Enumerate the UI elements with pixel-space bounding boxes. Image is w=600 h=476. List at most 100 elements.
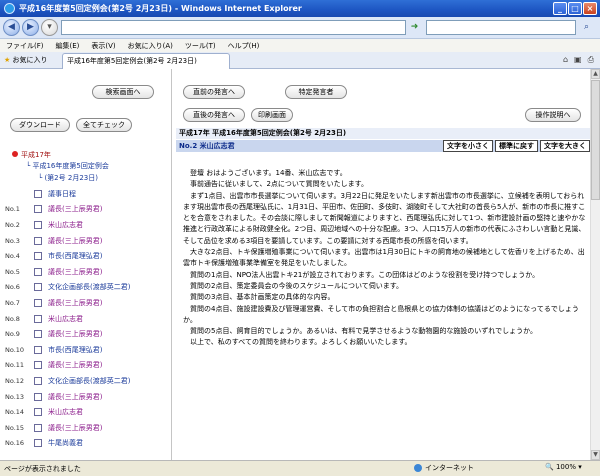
item-checkbox[interactable]	[34, 439, 42, 448]
item-number: No.2	[5, 220, 20, 229]
recent-pages-icon[interactable]: ▾	[41, 19, 58, 36]
download-button[interactable]: ダウンロード	[10, 118, 70, 132]
scroll-up-icon[interactable]: ▲	[591, 69, 600, 79]
scroll-thumb[interactable]	[591, 80, 600, 200]
item-checkbox[interactable]	[34, 205, 42, 214]
item-checkbox[interactable]	[34, 345, 42, 354]
go-icon[interactable]: ➜	[408, 21, 421, 34]
maximize-button[interactable]: □	[568, 2, 582, 15]
search-icon[interactable]: ⌕	[578, 20, 595, 35]
item-link[interactable]: 議長(三上辰男君)	[48, 298, 102, 308]
search-screen-button[interactable]: 検索画面へ	[92, 85, 154, 99]
item-link[interactable]: 議長(三上辰男君)	[48, 423, 102, 433]
list-item: No.2 米山広志君	[0, 217, 171, 233]
list-item: No.5 議長(三上辰男君)	[0, 264, 171, 280]
menu-tools[interactable]: ツール(T)	[185, 41, 216, 51]
item-number: No.10	[5, 345, 25, 354]
item-checkbox[interactable]	[34, 314, 42, 323]
text-larger-button[interactable]: 文字を大きく	[540, 140, 590, 152]
item-checkbox[interactable]	[34, 267, 42, 276]
item-link[interactable]: 議長(三上辰男君)	[48, 392, 102, 402]
item-checkbox[interactable]	[34, 376, 42, 385]
list-item: No.4 市長(西尾理弘君)	[0, 248, 171, 264]
item-number: No.14	[5, 408, 25, 417]
address-toolbar: ◀ ▶ ▾ ➜ ⌕	[0, 17, 600, 39]
item-checkbox[interactable]	[34, 298, 42, 307]
item-checkbox[interactable]	[34, 423, 42, 432]
item-link[interactable]: 米山広志君	[48, 314, 83, 324]
item-link[interactable]: 議長(三上辰男君)	[48, 204, 102, 214]
item-link[interactable]: 米山広志君	[48, 407, 83, 417]
text-reset-button[interactable]: 標準に戻す	[495, 140, 538, 152]
status-text: ページが表示されました	[4, 464, 81, 473]
menu-file[interactable]: ファイル(F)	[6, 41, 44, 51]
item-link[interactable]: 文化企画部長(渡部英二君)	[48, 282, 130, 292]
item-checkbox[interactable]	[34, 189, 42, 198]
star-icon: ★	[4, 56, 11, 64]
menu-favorites[interactable]: お気に入り(A)	[128, 41, 173, 51]
item-link[interactable]: 市長(西尾理弘君)	[48, 345, 102, 355]
item-checkbox[interactable]	[34, 408, 42, 417]
print-icon[interactable]: ⎙	[588, 55, 594, 65]
item-link[interactable]: 米山広志君	[48, 220, 83, 230]
tree-session[interactable]: └ 平成16年度第5回定例会	[26, 161, 109, 171]
menu-help[interactable]: ヘルプ(H)	[228, 41, 260, 51]
close-button[interactable]: ×	[583, 2, 597, 15]
scroll-down-icon[interactable]: ▼	[591, 450, 600, 460]
item-link[interactable]: 牛尾尚義君	[48, 438, 83, 448]
item-checkbox[interactable]	[34, 283, 42, 292]
page-title: 平成17年 平成16年度第5回定例会(第2号 2月23日)	[176, 128, 590, 139]
text-smaller-button[interactable]: 文字を小さく	[443, 140, 493, 152]
specific-speaker-button[interactable]: 特定発言者	[285, 85, 347, 99]
forward-icon[interactable]: ▶	[22, 19, 39, 36]
item-number: No.11	[5, 361, 25, 370]
tab-bar: ★ お気に入り 平成16年度第5回定例会(第2号 2月23日) ⌂ ▣ ⎙	[0, 52, 600, 69]
search-input[interactable]	[426, 20, 576, 35]
speech-paragraph: 以上で、私のすべての質問を終わります。よろしくお願いいたします。	[190, 338, 412, 347]
item-checkbox[interactable]	[34, 392, 42, 401]
speaker-header: No.2 米山広志君 文字を小さく 標準に戻す 文字を大きく	[176, 140, 590, 152]
tree-year[interactable]: 平成17年	[12, 150, 51, 160]
back-icon[interactable]: ◀	[3, 19, 20, 36]
check-all-button[interactable]: 全てチェック	[76, 118, 132, 132]
item-number: No.4	[5, 252, 20, 261]
speech-paragraph: 質問の3点目、基本計画策定の具体的な内容。	[190, 293, 335, 302]
item-link[interactable]: 市長(西尾理弘君)	[48, 251, 102, 261]
favorites-button[interactable]: ★ お気に入り	[4, 55, 48, 65]
feeds-icon[interactable]: ▣	[574, 55, 582, 65]
help-button[interactable]: 操作説明へ	[525, 108, 581, 122]
item-number: No.15	[5, 423, 25, 432]
list-item: No.7 議長(三上辰男君)	[0, 295, 171, 311]
speaker-list: 議事日程 No.1 議長(三上辰男君) No.2 米山広志君 No.3 議長(三上辰男…	[0, 186, 171, 451]
list-item: 議事日程	[0, 186, 171, 202]
menu-edit[interactable]: 編集(E)	[56, 41, 80, 51]
minimize-button[interactable]: _	[553, 2, 567, 15]
prev-speech-button[interactable]: 直前の発言へ	[183, 85, 245, 99]
item-number: No.8	[5, 314, 20, 323]
home-icon[interactable]: ⌂	[563, 55, 568, 65]
tree-issue[interactable]: └ (第2号 2月23日)	[38, 173, 98, 183]
zoom-control[interactable]: 🔍 100% ▾	[545, 463, 582, 471]
item-checkbox[interactable]	[34, 252, 42, 261]
item-link[interactable]: 議長(三上辰男君)	[48, 236, 102, 246]
item-link[interactable]: 議事日程	[48, 189, 76, 199]
speech-paragraph: 質問の5点目、飼育目的でしょうか。あるいは、有料で見学させるような動物園的な施設…	[190, 327, 537, 336]
item-checkbox[interactable]	[34, 330, 42, 339]
menu-bar: ファイル(F) 編集(E) 表示(V) お気に入り(A) ツール(T) ヘルプ(…	[0, 39, 600, 52]
item-checkbox[interactable]	[34, 361, 42, 370]
item-link[interactable]: 議長(三上辰男君)	[48, 360, 102, 370]
speech-paragraph: 事前通告に従いまして、2点について質問をいたします。	[190, 180, 368, 189]
print-screen-button[interactable]: 印刷画面	[251, 108, 293, 122]
vertical-scrollbar[interactable]: ▲ ▼	[590, 69, 600, 460]
list-item: No.13 議長(三上辰男君)	[0, 389, 171, 405]
item-checkbox[interactable]	[34, 220, 42, 229]
next-speech-button[interactable]: 直後の発言へ	[183, 108, 245, 122]
item-link[interactable]: 議長(三上辰男君)	[48, 267, 102, 277]
tab-active[interactable]: 平成16年度第5回定例会(第2号 2月23日)	[62, 53, 230, 69]
item-checkbox[interactable]	[34, 236, 42, 245]
item-link[interactable]: 議長(三上辰男君)	[48, 329, 102, 339]
item-number: No.7	[5, 298, 20, 307]
menu-view[interactable]: 表示(V)	[91, 41, 115, 51]
item-link[interactable]: 文化企画部長(渡部英二君)	[48, 376, 130, 386]
address-input[interactable]	[61, 20, 406, 35]
